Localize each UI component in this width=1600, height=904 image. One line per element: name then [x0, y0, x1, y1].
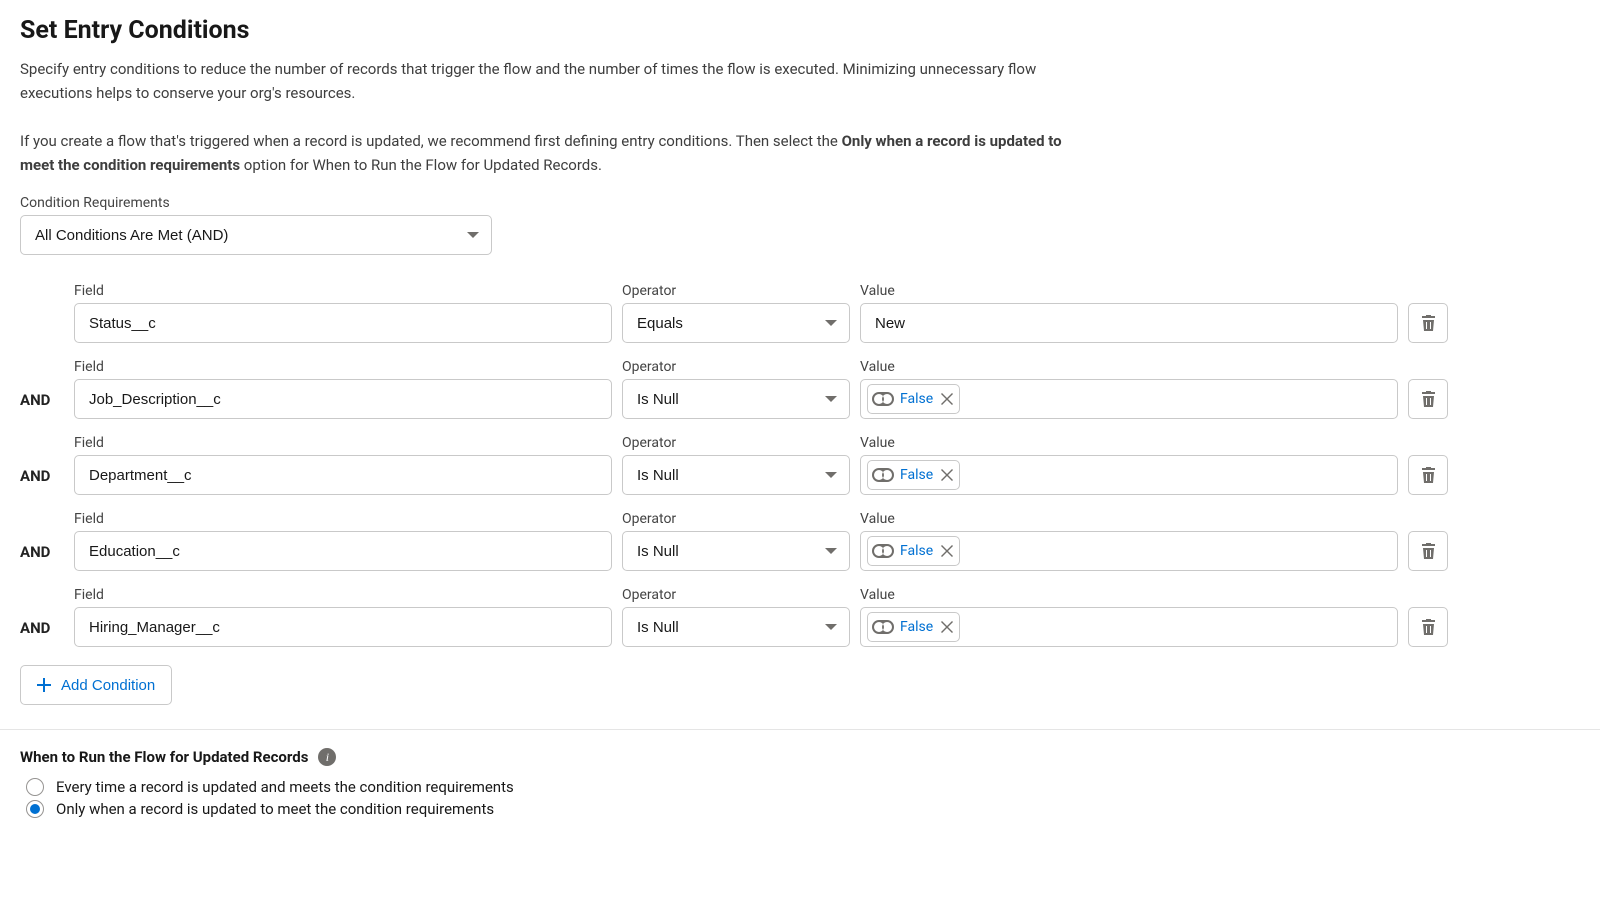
operator-label: Operator	[622, 435, 850, 451]
operator-input[interactable]	[622, 531, 850, 571]
toggle-icon	[872, 468, 894, 482]
condition-row: AND Field Operator Value False	[20, 511, 1580, 571]
delete-condition-button[interactable]	[1408, 379, 1448, 419]
value-label: Value	[860, 511, 1398, 527]
value-pill-container[interactable]: False	[860, 379, 1398, 419]
operator-input[interactable]	[622, 607, 850, 647]
radio-label: Every time a record is updated and meets…	[56, 778, 514, 796]
value-label: Value	[860, 283, 1398, 299]
field-label: Field	[74, 283, 612, 299]
operator-label: Operator	[622, 359, 850, 375]
operator-label: Operator	[622, 283, 850, 299]
and-label	[20, 333, 64, 343]
plus-icon	[37, 678, 51, 692]
close-icon[interactable]	[941, 621, 953, 633]
value-pill[interactable]: False	[867, 536, 960, 566]
value-label: Value	[860, 435, 1398, 451]
operator-input[interactable]	[622, 379, 850, 419]
add-condition-button[interactable]: Add Condition	[20, 665, 172, 705]
and-label: AND	[20, 391, 64, 419]
conditions-list: FieldOperatorValueANDFieldOperatorValueF…	[20, 283, 1580, 647]
trash-icon	[1421, 467, 1436, 483]
pill-label: False	[900, 543, 933, 559]
condition-row: AND Field Operator Value False	[20, 587, 1580, 647]
condition-requirements-label: Condition Requirements	[20, 195, 1580, 211]
radio-option[interactable]: Every time a record is updated and meets…	[20, 778, 1580, 796]
pill-label: False	[900, 467, 933, 483]
operator-picklist[interactable]	[622, 379, 850, 419]
delete-condition-button[interactable]	[1408, 531, 1448, 571]
page-title: Set Entry Conditions	[20, 16, 1580, 45]
description-2: If you create a flow that's triggered wh…	[20, 129, 1080, 177]
value-pill-container[interactable]: False	[860, 455, 1398, 495]
divider	[0, 729, 1600, 730]
field-label: Field	[74, 587, 612, 603]
radio-button[interactable]	[26, 778, 44, 796]
description-2b: option for When to Run the Flow for Upda…	[240, 156, 602, 174]
radio-option[interactable]: Only when a record is updated to meet th…	[20, 800, 1580, 818]
field-input[interactable]	[74, 379, 612, 419]
info-icon[interactable]: i	[318, 748, 336, 766]
value-input[interactable]	[860, 303, 1398, 343]
close-icon[interactable]	[941, 393, 953, 405]
radio-label: Only when a record is updated to meet th…	[56, 800, 494, 818]
condition-row: AND Field Operator Value False	[20, 435, 1580, 495]
operator-picklist[interactable]	[622, 303, 850, 343]
trash-icon	[1421, 619, 1436, 635]
and-label: AND	[20, 543, 64, 571]
condition-row: Field Operator Value	[20, 283, 1580, 343]
field-input[interactable]	[74, 531, 612, 571]
pill-label: False	[900, 619, 933, 635]
delete-condition-button[interactable]	[1408, 607, 1448, 647]
description-2a: If you create a flow that's triggered wh…	[20, 132, 842, 150]
value-pill-container[interactable]: False	[860, 607, 1398, 647]
radio-button[interactable]	[26, 800, 44, 818]
field-input[interactable]	[74, 455, 612, 495]
toggle-icon	[872, 544, 894, 558]
field-label: Field	[74, 435, 612, 451]
condition-requirements-picklist[interactable]	[20, 215, 492, 255]
delete-condition-button[interactable]	[1408, 455, 1448, 495]
condition-row: AND Field Operator Value False	[20, 359, 1580, 419]
operator-label: Operator	[622, 587, 850, 603]
operator-input[interactable]	[622, 303, 850, 343]
toggle-icon	[872, 392, 894, 406]
toggle-icon	[872, 620, 894, 634]
field-input[interactable]	[74, 303, 612, 343]
and-label: AND	[20, 619, 64, 647]
trash-icon	[1421, 391, 1436, 407]
trash-icon	[1421, 543, 1436, 559]
value-label: Value	[860, 359, 1398, 375]
and-label: AND	[20, 467, 64, 495]
description-1: Specify entry conditions to reduce the n…	[20, 57, 1070, 105]
value-pill[interactable]: False	[867, 612, 960, 642]
operator-input[interactable]	[622, 455, 850, 495]
field-input[interactable]	[74, 607, 612, 647]
operator-label: Operator	[622, 511, 850, 527]
pill-label: False	[900, 391, 933, 407]
operator-picklist[interactable]	[622, 531, 850, 571]
trash-icon	[1421, 315, 1436, 331]
value-pill[interactable]: False	[867, 384, 960, 414]
field-label: Field	[74, 359, 612, 375]
when-to-run-radio-group: Every time a record is updated and meets…	[20, 778, 1580, 818]
delete-condition-button[interactable]	[1408, 303, 1448, 343]
value-pill[interactable]: False	[867, 460, 960, 490]
value-pill-container[interactable]: False	[860, 531, 1398, 571]
condition-requirements-input[interactable]	[20, 215, 492, 255]
operator-picklist[interactable]	[622, 607, 850, 647]
close-icon[interactable]	[941, 545, 953, 557]
value-label: Value	[860, 587, 1398, 603]
add-condition-label: Add Condition	[61, 677, 155, 694]
operator-picklist[interactable]	[622, 455, 850, 495]
field-label: Field	[74, 511, 612, 527]
close-icon[interactable]	[941, 469, 953, 481]
when-to-run-title: When to Run the Flow for Updated Records	[20, 748, 308, 766]
